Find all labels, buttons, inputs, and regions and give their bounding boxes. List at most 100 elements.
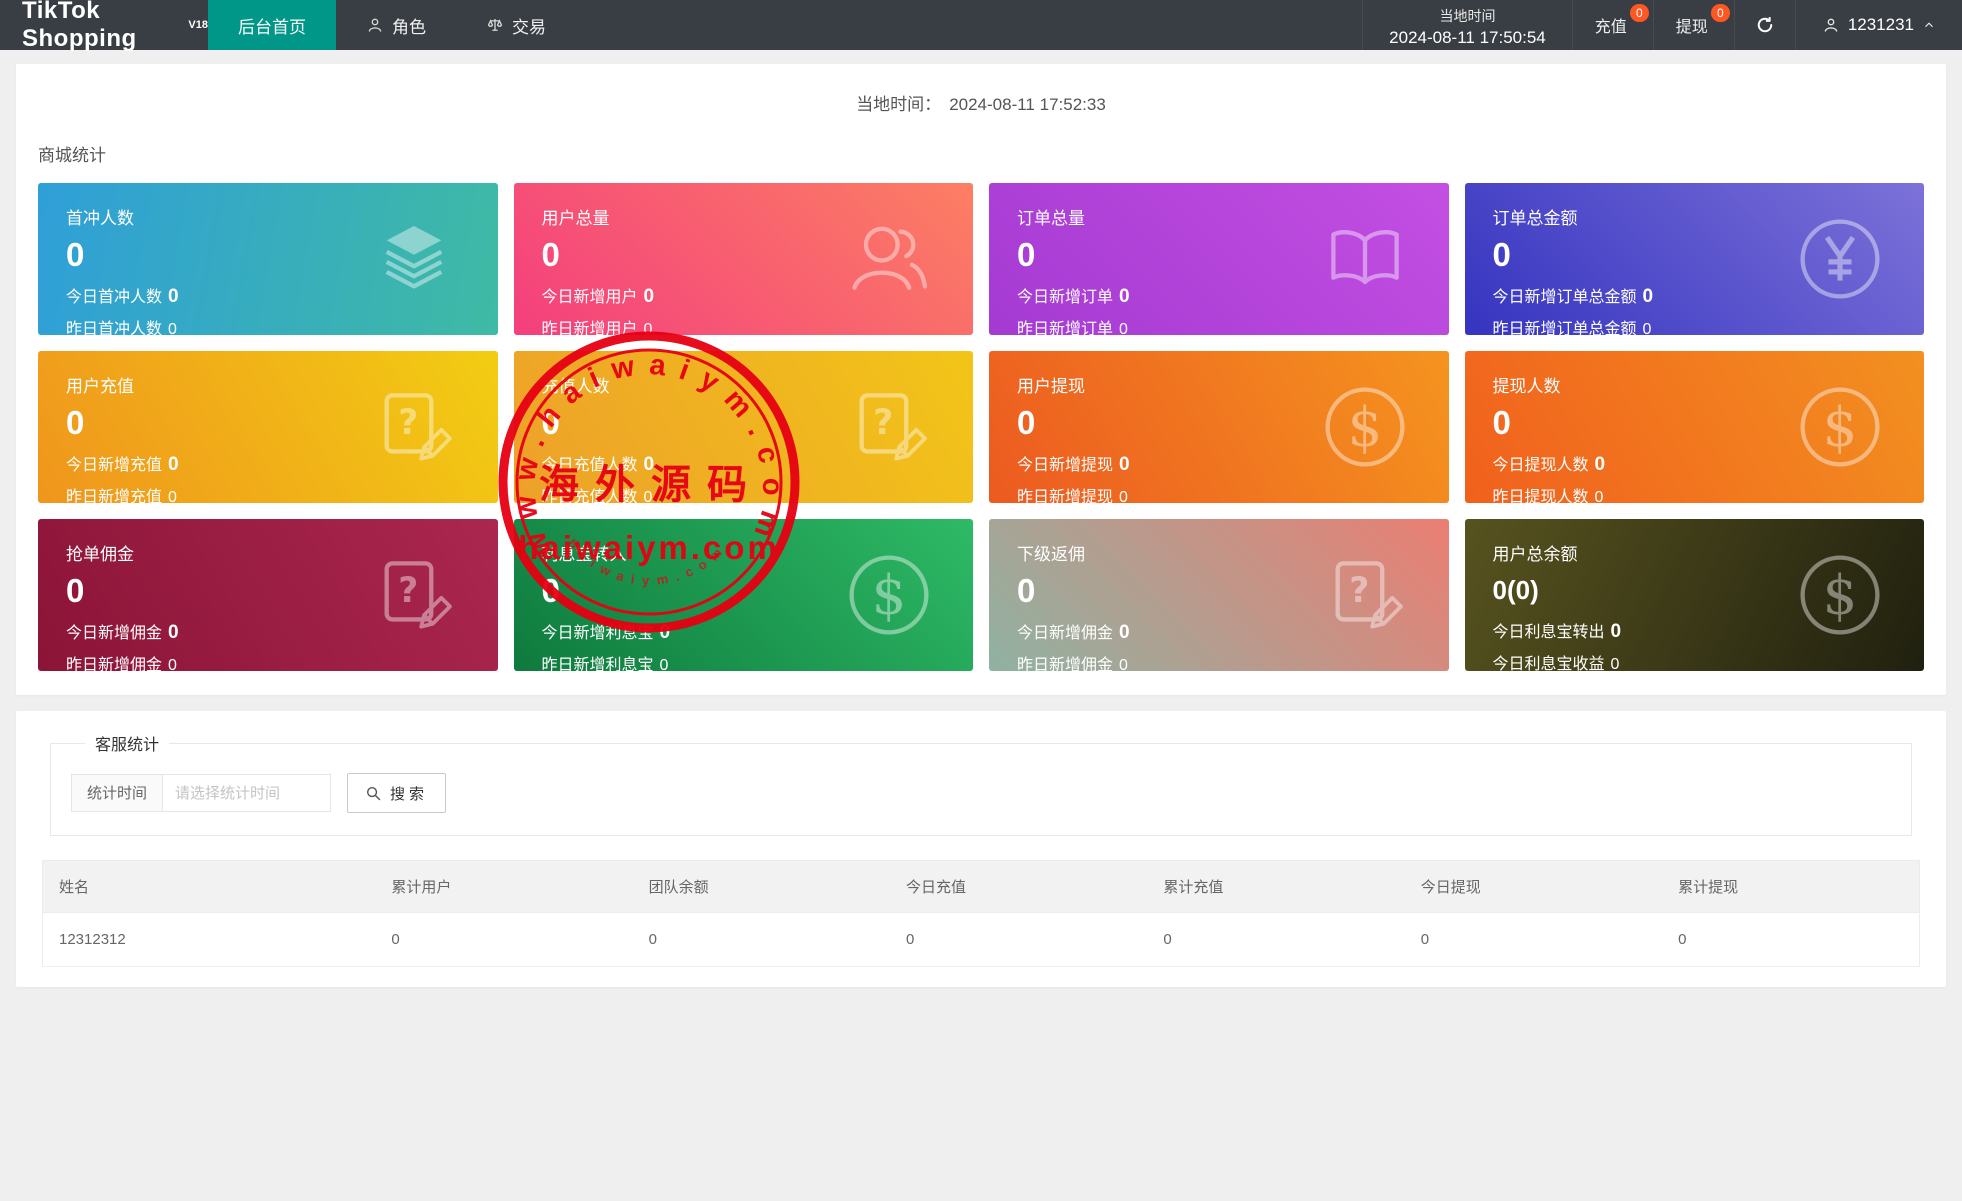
scales-icon <box>486 16 504 34</box>
table-header-cell: 今日充值 <box>890 861 1147 913</box>
refresh-icon <box>1755 15 1775 35</box>
dollar-icon <box>1794 381 1886 473</box>
stat-card-line2-value: 0 <box>1119 489 1128 503</box>
recharge-badge: 0 <box>1630 4 1649 22</box>
stat-card-line2-value: 0 <box>168 321 177 335</box>
stat-card-line1-label: 今日新增订单 <box>1017 289 1113 306</box>
stat-card-line2-value: 0 <box>644 489 653 503</box>
table-header-cell: 累计用户 <box>375 861 632 913</box>
stat-card: 首冲人数 0 今日首冲人数0 昨日首冲人数0 <box>38 183 498 335</box>
service-stats-legend: 客服统计 <box>85 731 169 755</box>
doc-icon <box>368 381 460 473</box>
tab-roles[interactable]: 角色 <box>336 0 456 50</box>
stat-card-line1-value: 0 <box>1119 454 1130 475</box>
stat-card: 用户提现 0 今日新增提现0 昨日新增提现0 <box>989 351 1449 503</box>
content-time-label: 当地时间： <box>856 95 941 114</box>
username: 1231231 <box>1848 15 1914 35</box>
stat-card: 抢单佣金 0 今日新增佣金0 昨日新增佣金0 <box>38 519 498 671</box>
stat-card-line1-label: 今日新增订单总金额 <box>1493 289 1637 306</box>
stat-card-line1-value: 0 <box>644 454 655 475</box>
search-icon <box>365 785 382 802</box>
stat-card-line2-label: 昨日新增佣金 <box>66 657 162 671</box>
stat-card: 用户充值 0 今日新增充值0 昨日新增充值0 <box>38 351 498 503</box>
stat-card-line1-label: 今日利息宝转出 <box>1493 624 1605 641</box>
stat-time-label: 统计时间 <box>71 774 163 812</box>
stat-card: 下级返佣 0 今日新增佣金0 昨日新增佣金0 <box>989 519 1449 671</box>
navbar-right: 当地时间 2024-08-11 17:50:54 充值 0 提现 0 12312… <box>1362 0 1962 50</box>
refresh-button[interactable] <box>1734 0 1795 50</box>
users-icon <box>843 213 935 305</box>
tab-trade[interactable]: 交易 <box>456 0 576 50</box>
content-time-line: 当地时间： 2024-08-11 17:52:33 <box>16 64 1946 115</box>
stat-card-line2-label: 昨日新增提现 <box>1017 489 1113 503</box>
brand-version: V18 <box>188 19 208 31</box>
stat-card: 订单总金额 0 今日新增订单总金额0 昨日新增订单总金额0 <box>1465 183 1925 335</box>
service-stats-table: 姓名 累计用户 团队余额 今日充值 累计充值 今日提现 累计提现 1231231… <box>42 860 1920 967</box>
stat-card-line2-value: 0 <box>1119 321 1128 335</box>
user-menu[interactable]: 1231231 <box>1795 0 1962 50</box>
stat-card-line1-label: 今日提现人数 <box>1493 457 1589 474</box>
search-button[interactable]: 搜索 <box>347 773 446 813</box>
stat-card-line2-value: 0 <box>168 657 177 671</box>
stat-card-line1-label: 今日新增充值 <box>66 457 162 474</box>
stat-card: 充值人数 0 今日充值人数0 昨日充值人数0 <box>514 351 974 503</box>
brand-title: TikTok Shopping <box>22 0 185 53</box>
stat-card-line1-value: 0 <box>1119 286 1130 307</box>
table-header-cell: 累计提现 <box>1662 861 1919 913</box>
tab-roles-label: 角色 <box>392 13 426 38</box>
table-cell: 0 <box>1662 913 1919 967</box>
yen-icon <box>1794 213 1886 305</box>
stat-card-line1-label: 今日首冲人数 <box>66 289 162 306</box>
withdraw-badge: 0 <box>1711 4 1730 22</box>
stat-card: 利息宝转入 0 今日新增利息宝0 昨日新增利息宝0 <box>514 519 974 671</box>
stat-card-line1-value: 0 <box>660 622 671 643</box>
table-row[interactable]: 12312312 0 0 0 0 0 0 <box>43 913 1920 967</box>
stat-card-line2-label: 昨日新增用户 <box>542 321 638 335</box>
book-icon <box>1319 213 1411 305</box>
stat-card-line1-label: 今日新增佣金 <box>66 625 162 642</box>
service-stats-panel: 客服统计 统计时间 搜索 姓名 累计用户 团队余额 今日充值 累计充值 今日提现… <box>16 711 1946 987</box>
stat-card-line1-label: 今日充值人数 <box>542 457 638 474</box>
dollar-icon <box>843 549 935 641</box>
recharge-label: 充值 <box>1595 13 1627 37</box>
stat-card-line2-label: 昨日新增充值 <box>66 489 162 503</box>
stats-card-grid: 首冲人数 0 今日首冲人数0 昨日首冲人数0 用户总量 0 今日新增用户0 昨日… <box>16 166 1946 695</box>
brand-logo[interactable]: TikTok Shopping V18 <box>0 0 208 50</box>
content-time-value: 2024-08-11 17:52:33 <box>949 95 1106 114</box>
table-cell: 0 <box>1147 913 1404 967</box>
stat-card: 提现人数 0 今日提现人数0 昨日提现人数0 <box>1465 351 1925 503</box>
stat-card-line1-value: 0 <box>168 622 179 643</box>
doc-icon <box>1319 549 1411 641</box>
recharge-menu-item[interactable]: 充值 0 <box>1572 0 1653 50</box>
stat-card-line1-value: 0 <box>168 454 179 475</box>
table-header-cell: 今日提现 <box>1405 861 1662 913</box>
stat-card-line2-label: 昨日提现人数 <box>1493 489 1589 503</box>
stat-card-line2-value: 0 <box>644 321 653 335</box>
stat-card-line1-value: 0 <box>168 286 179 307</box>
dollar-icon <box>1794 549 1886 641</box>
table-header-row: 姓名 累计用户 团队余额 今日充值 累计充值 今日提现 累计提现 <box>43 861 1920 913</box>
stat-card: 用户总量 0 今日新增用户0 昨日新增用户0 <box>514 183 974 335</box>
stat-card-line2-label: 今日利息宝收益 <box>1493 656 1605 671</box>
table-cell: 0 <box>633 913 890 967</box>
stat-card-line2-label: 昨日新增佣金 <box>1017 657 1113 671</box>
chevron-up-icon <box>1922 18 1936 32</box>
tab-dashboard[interactable]: 后台首页 <box>208 0 336 50</box>
doc-icon <box>843 381 935 473</box>
stat-card-line1-label: 今日新增佣金 <box>1017 625 1113 642</box>
stat-card-line2-value: 0 <box>1119 657 1128 671</box>
stat-card-line1-value: 0 <box>644 286 655 307</box>
mall-stats-panel: 当地时间：2024-08-11 17:52:33 商城统计 首冲人数 0 今日首… <box>16 64 1946 695</box>
stat-card-line1-value: 0 <box>1611 621 1622 642</box>
withdraw-menu-item[interactable]: 提现 0 <box>1653 0 1734 50</box>
local-time-label: 当地时间 <box>1389 6 1546 26</box>
stat-time-input[interactable] <box>163 774 331 812</box>
search-form: 统计时间 搜索 <box>71 773 1891 813</box>
doc-icon <box>368 549 460 641</box>
user-icon <box>1822 16 1840 34</box>
stat-card-line2-value: 0 <box>1595 489 1604 503</box>
top-navbar: TikTok Shopping V18 后台首页 角色 交易 当地时间 2024… <box>0 0 1962 50</box>
stat-card-line2-label: 昨日新增订单总金额 <box>1493 321 1637 335</box>
stat-card: 订单总量 0 今日新增订单0 昨日新增订单0 <box>989 183 1449 335</box>
layers-icon <box>368 213 460 305</box>
